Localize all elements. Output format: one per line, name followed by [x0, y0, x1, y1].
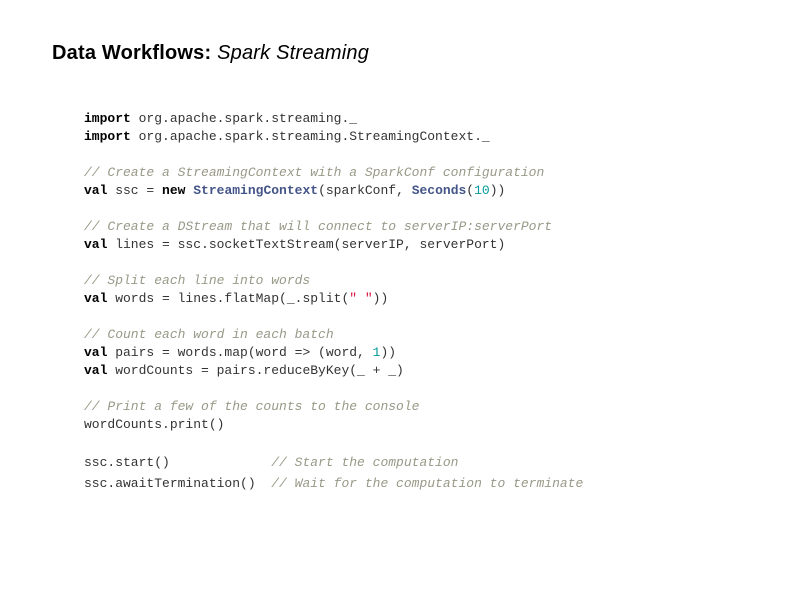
code-text: lines = ssc.socketTextStream(serverIP, s… [107, 237, 506, 252]
code-line: // Count each word in each batch [84, 326, 583, 344]
code-line: val ssc = new StreamingContext(sparkConf… [84, 182, 583, 200]
code-keyword: import [84, 129, 131, 144]
code-text: pairs = words.map(word => (word, [107, 345, 373, 360]
code-keyword: new [162, 183, 186, 198]
code-text: (sparkConf, [318, 183, 412, 198]
slide-title-main: Data Workflows: [52, 42, 212, 64]
code-text: org.apache.spark.streaming.StreamingCont… [130, 129, 490, 144]
code-block: import org.apache.spark.streaming._ impor… [84, 110, 583, 494]
code-text: ssc.start() [84, 455, 272, 470]
code-line: // Create a DStream that will connect to… [84, 218, 583, 236]
code-number: 10 [474, 183, 490, 198]
code-comment: // Create a StreamingContext with a Spar… [84, 165, 545, 180]
code-line: ssc.start() // Start the computation [84, 452, 583, 473]
code-text: ( [466, 183, 475, 198]
code-line: // Create a StreamingContext with a Spar… [84, 164, 583, 182]
code-line: // Split each line into words [84, 272, 583, 290]
code-line: ssc.awaitTermination() // Wait for the c… [84, 473, 583, 494]
slide-title: Data Workflows: Spark Streaming [52, 42, 369, 65]
code-keyword: val [84, 291, 108, 306]
code-line: val words = lines.flatMap(_.split(" ")) [84, 290, 583, 308]
slide-title-subtitle: Spark Streaming [217, 42, 370, 64]
code-line: import org.apache.spark.streaming.Stream… [84, 128, 583, 146]
code-line: val wordCounts = pairs.reduceByKey(_ + _… [84, 362, 583, 380]
code-keyword: val [84, 237, 108, 252]
code-keyword: val [84, 183, 108, 198]
code-comment: // Create a DStream that will connect to… [84, 219, 553, 234]
code-comment: // Split each line into words [84, 273, 311, 288]
code-keyword: val [84, 345, 108, 360]
code-line: val lines = ssc.socketTextStream(serverI… [84, 236, 583, 254]
code-text: org.apache.spark.streaming._ [130, 111, 358, 126]
code-comment: // Wait for the computation to terminate [271, 476, 584, 491]
code-keyword: import [84, 111, 131, 126]
code-line: val pairs = words.map(word => (word, 1)) [84, 344, 583, 362]
code-text: wordCounts = pairs.reduceByKey(_ + _) [107, 363, 404, 378]
code-text: )) [372, 291, 389, 306]
code-comment: // Count each word in each batch [84, 327, 334, 342]
code-string: " " [349, 291, 373, 306]
code-text: wordCounts.print() [84, 417, 225, 432]
code-keyword: val [84, 363, 108, 378]
code-text: ssc = [107, 183, 163, 198]
code-type-name: Seconds [411, 183, 467, 198]
code-text: ssc.awaitTermination() [84, 476, 272, 491]
code-line: wordCounts.print() [84, 416, 583, 434]
code-text: )) [489, 183, 506, 198]
code-text: )) [380, 345, 397, 360]
code-comment: // Start the computation [271, 455, 459, 470]
code-line: // Print a few of the counts to the cons… [84, 398, 583, 416]
code-type-name: StreamingContext [193, 183, 319, 198]
code-text: words = lines.flatMap(_.split( [107, 291, 350, 306]
code-line: import org.apache.spark.streaming._ [84, 110, 583, 128]
code-comment: // Print a few of the counts to the cons… [84, 399, 420, 414]
